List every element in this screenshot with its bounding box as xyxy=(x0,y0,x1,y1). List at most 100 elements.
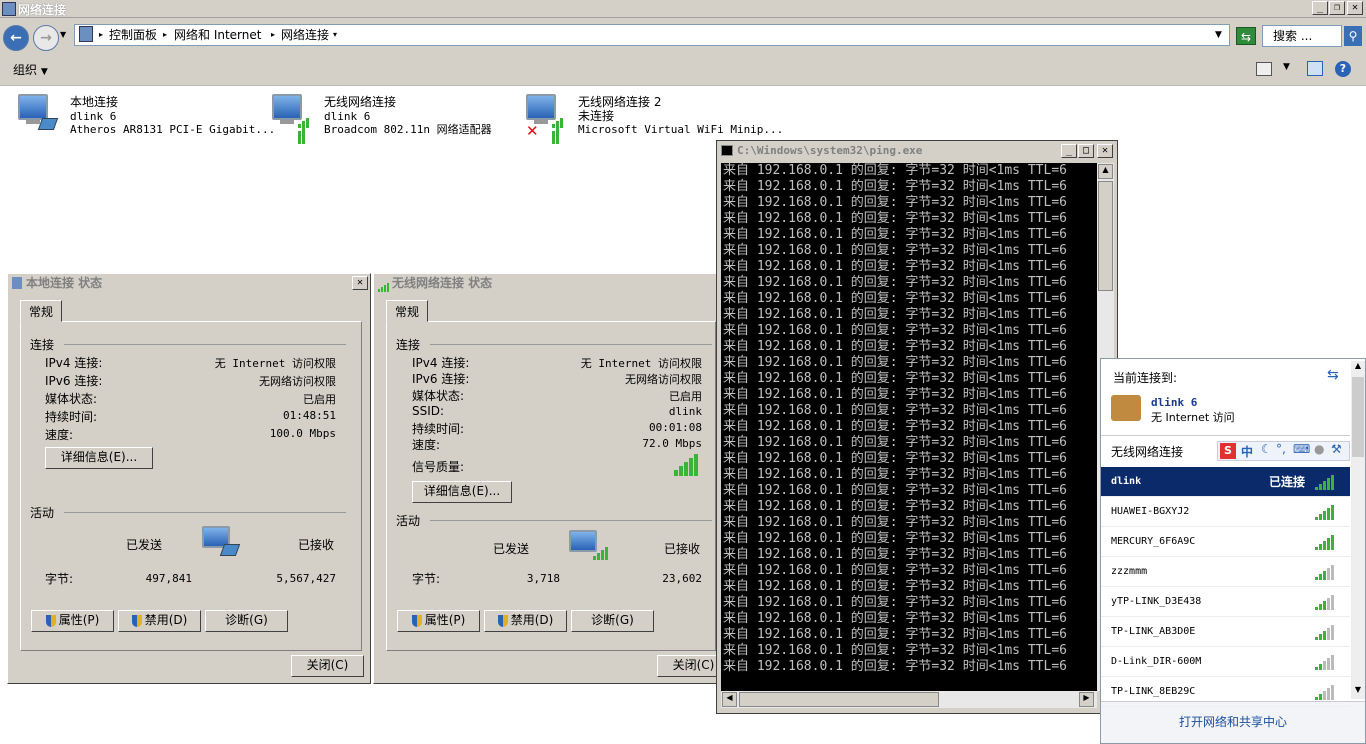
network-name: yTP-LINK_D3E438 xyxy=(1111,596,1202,607)
network-row[interactable]: HUAWEI-BGXYJ2 xyxy=(1101,497,1350,527)
breadcrumb-control-panel[interactable]: 控制面板 xyxy=(109,25,157,45)
console-line: 来自 192.168.0.1 的回复: 字节=32 时间<1ms TTL=6 xyxy=(723,595,1067,610)
keyboard-icon[interactable]: ⌨ xyxy=(1293,442,1310,456)
address-dropdown-icon[interactable]: ▼ xyxy=(1215,25,1222,45)
ime-toolbar[interactable]: S 中 ☾ °, ⌨ ● ⚒ xyxy=(1217,441,1350,461)
address-input[interactable]: ▸ 控制面板 ▸ 网络和 Internet ▸ 网络连接 ▾ ▼ xyxy=(74,24,1230,46)
maximize-button[interactable]: □ xyxy=(1078,144,1094,158)
disable-button[interactable]: 禁用(D) xyxy=(118,610,201,632)
scroll-left-icon[interactable]: ◀ xyxy=(722,692,737,707)
scroll-down-icon[interactable]: ▼ xyxy=(1351,685,1365,699)
media-label: 媒体状态: xyxy=(412,389,465,403)
details-button[interactable]: 详细信息(E)... xyxy=(412,481,512,503)
diagnose-button[interactable]: 诊断(G) xyxy=(571,610,654,632)
scroll-thumb[interactable] xyxy=(1098,181,1113,291)
close-dialog-button[interactable]: 关闭(C) xyxy=(291,655,364,677)
breadcrumb-arrow-icon[interactable]: ▸ xyxy=(271,25,275,45)
breadcrumb-arrow-icon[interactable]: ▸ xyxy=(99,25,103,45)
tools-icon[interactable]: ⚒ xyxy=(1331,442,1342,456)
vertical-scrollbar[interactable]: ▲ ▼ xyxy=(1351,361,1365,699)
disable-button[interactable]: 禁用(D) xyxy=(484,610,567,632)
duration-value: 01:48:51 xyxy=(283,409,336,422)
minimize-button[interactable]: _ xyxy=(1061,144,1077,158)
network-row[interactable]: zzzmmm xyxy=(1101,557,1350,587)
shield-icon xyxy=(497,614,508,627)
view-options-icon[interactable] xyxy=(1256,62,1272,76)
breadcrumb-arrow-icon[interactable]: ▸ xyxy=(163,25,167,45)
connection-item-local[interactable]: 本地连接 dlink 6 Atheros AR8131 PCI-E Gigabi… xyxy=(18,94,275,138)
sent-label: 已发送 xyxy=(126,538,163,552)
signal-icon xyxy=(378,278,390,292)
breadcrumb-network-internet[interactable]: 网络和 Internet xyxy=(174,25,261,45)
chevron-down-icon[interactable]: ▼ xyxy=(1283,62,1290,72)
network-row[interactable]: TP-LINK_AB3D0E xyxy=(1101,617,1350,647)
horizontal-scrollbar[interactable]: ◀ ▶ xyxy=(721,691,1097,708)
properties-button[interactable]: 属性(P) xyxy=(31,610,114,632)
scroll-thumb[interactable] xyxy=(1352,377,1364,457)
local-status-dialog: 本地连接 状态 ✕ 常规 连接 IPv4 连接: 无 Internet 访问权限… xyxy=(7,273,371,684)
breadcrumb-arrow-icon[interactable]: ▾ xyxy=(333,25,337,45)
network-name: dlink xyxy=(1111,476,1142,487)
shield-icon xyxy=(131,614,142,627)
console-line: 来自 192.168.0.1 的回复: 字节=32 时间<1ms TTL=6 xyxy=(723,451,1067,466)
connection-adapter: Broadcom 802.11n 网络适配器 xyxy=(324,123,492,136)
connection-header: 连接 xyxy=(396,338,421,352)
user-icon[interactable]: ● xyxy=(1314,442,1324,456)
bytes-received: 5,567,427 xyxy=(276,572,336,585)
console-line: 来自 192.168.0.1 的回复: 字节=32 时间<1ms TTL=6 xyxy=(723,531,1067,546)
scroll-thumb[interactable] xyxy=(739,692,939,707)
organize-menu[interactable]: 组织 ▼ xyxy=(13,61,48,78)
ime-mode[interactable]: 中 xyxy=(1241,443,1253,460)
sent-label: 已发送 xyxy=(493,542,530,556)
close-icon[interactable]: ✕ xyxy=(352,276,368,290)
scroll-right-icon[interactable]: ▶ xyxy=(1079,692,1094,707)
console-line: 来自 192.168.0.1 的回复: 字节=32 时间<1ms TTL=6 xyxy=(723,211,1067,226)
punctuation-icon[interactable]: °, xyxy=(1276,442,1286,456)
refresh-networks-icon[interactable]: ⇆ xyxy=(1327,367,1339,383)
ping-console-window: C:\Windows\system32\ping.exe _ □ ✕ 来自 19… xyxy=(716,140,1118,714)
close-button[interactable]: ✕ xyxy=(1347,1,1363,15)
signal-strength-icon xyxy=(1315,655,1335,670)
signal-strength-icon xyxy=(1315,625,1335,640)
bytes-label: 字节: xyxy=(412,572,441,586)
network-status: 已连接 xyxy=(1269,475,1306,489)
maximize-button[interactable]: ❐ xyxy=(1329,1,1345,15)
network-row[interactable]: TP-LINK_8EB29C xyxy=(1101,677,1350,707)
search-input[interactable]: 搜索 ... xyxy=(1262,25,1342,47)
details-button[interactable]: 详细信息(E)... xyxy=(45,447,153,469)
search-icon[interactable]: ⚲ xyxy=(1344,26,1362,46)
diagnose-button[interactable]: 诊断(G) xyxy=(205,610,288,632)
media-label: 媒体状态: xyxy=(45,392,98,406)
network-row[interactable]: dlink 已连接 xyxy=(1101,467,1350,497)
tab-general[interactable]: 常规 xyxy=(20,300,63,322)
connection-name: 无线网络连接 xyxy=(324,95,397,109)
wireless-status-dialog: 无线网络连接 状态 常规 连接 IPv4 连接: 无 Internet 访问权限… xyxy=(373,273,730,684)
window-titlebar: 网络连接 _ ❐ ✕ xyxy=(0,0,1366,18)
console-output[interactable]: 来自 192.168.0.1 的回复: 字节=32 时间<1ms TTL=6 来自… xyxy=(721,163,1097,691)
moon-icon[interactable]: ☾ xyxy=(1261,442,1272,456)
preview-pane-icon[interactable] xyxy=(1307,61,1323,76)
scroll-up-icon[interactable]: ▲ xyxy=(1351,361,1365,375)
ipv6-value: 无网络访问权限 xyxy=(259,375,336,388)
sogou-icon[interactable]: S xyxy=(1220,443,1236,459)
breadcrumb-network-connections[interactable]: 网络连接 xyxy=(281,25,329,45)
close-button[interactable]: ✕ xyxy=(1097,144,1113,158)
history-dropdown-icon[interactable]: ▼ xyxy=(60,30,66,39)
refresh-icon[interactable]: ⇆ xyxy=(1236,27,1256,45)
connection-item-wireless-2[interactable]: ✕ 无线网络连接 2 未连接 Microsoft Virtual WiFi Mi… xyxy=(526,94,783,144)
network-row[interactable]: D-Link_DIR-600M xyxy=(1101,647,1350,677)
scroll-up-icon[interactable]: ▲ xyxy=(1098,164,1113,179)
dialog-title: 无线网络连接 状态 xyxy=(374,274,717,292)
forward-button[interactable]: → xyxy=(33,25,59,51)
minimize-button[interactable]: _ xyxy=(1312,1,1328,15)
help-icon[interactable]: ? xyxy=(1335,61,1351,77)
open-network-center-link[interactable]: 打开网络和共享中心 xyxy=(1179,713,1287,730)
speed-value: 100.0 Mbps xyxy=(269,427,336,440)
network-row[interactable]: yTP-LINK_D3E438 xyxy=(1101,587,1350,617)
tab-general[interactable]: 常规 xyxy=(386,300,429,322)
connection-item-wireless[interactable]: 无线网络连接 dlink 6 Broadcom 802.11n 网络适配器 xyxy=(272,94,522,144)
received-label: 已接收 xyxy=(298,538,335,552)
network-row[interactable]: MERCURY_6F6A9C xyxy=(1101,527,1350,557)
back-button[interactable]: ← xyxy=(3,25,29,51)
properties-button[interactable]: 属性(P) xyxy=(397,610,480,632)
